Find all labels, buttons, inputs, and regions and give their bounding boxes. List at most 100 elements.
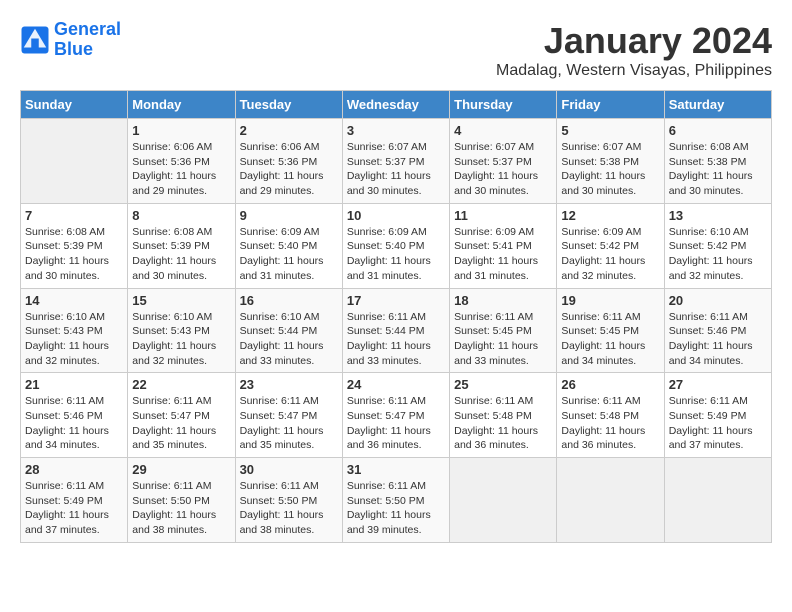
day-detail: Sunrise: 6:09 AMSunset: 5:40 PMDaylight:…: [240, 225, 338, 284]
header-cell-tuesday: Tuesday: [235, 91, 342, 119]
day-cell: 9 Sunrise: 6:09 AMSunset: 5:40 PMDaylight…: [235, 203, 342, 288]
week-row-5: 28 Sunrise: 6:11 AMSunset: 5:49 PMDayligh…: [21, 458, 772, 543]
day-number: 12: [561, 208, 659, 223]
day-detail: Sunrise: 6:11 AMSunset: 5:45 PMDaylight:…: [454, 310, 552, 369]
day-number: 2: [240, 123, 338, 138]
day-detail: Sunrise: 6:11 AMSunset: 5:45 PMDaylight:…: [561, 310, 659, 369]
logo: General Blue: [20, 20, 121, 60]
day-cell: 1Sunrise: 6:06 AMSunset: 5:36 PMDaylight…: [128, 119, 235, 204]
day-detail: Sunrise: 6:07 AMSunset: 5:38 PMDaylight:…: [561, 140, 659, 199]
day-cell: [450, 458, 557, 543]
week-row-3: 14 Sunrise: 6:10 AMSunset: 5:43 PMDayligh…: [21, 288, 772, 373]
day-number: 4: [454, 123, 552, 138]
day-detail: Sunrise: 6:10 AMSunset: 5:42 PMDaylight:…: [669, 225, 767, 284]
day-cell: 6Sunrise: 6:08 AMSunset: 5:38 PMDaylight…: [664, 119, 771, 204]
day-cell: 12 Sunrise: 6:09 AMSunset: 5:42 PMDayligh…: [557, 203, 664, 288]
day-cell: 22Sunrise: 6:11 AMSunset: 5:47 PMDayligh…: [128, 373, 235, 458]
day-detail: Sunrise: 6:08 AMSunset: 5:39 PMDaylight:…: [132, 225, 230, 284]
day-cell: 15 Sunrise: 6:10 AMSunset: 5:43 PMDayligh…: [128, 288, 235, 373]
week-row-2: 7 Sunrise: 6:08 AMSunset: 5:39 PMDaylight…: [21, 203, 772, 288]
day-cell: 16 Sunrise: 6:10 AMSunset: 5:44 PMDayligh…: [235, 288, 342, 373]
header-row: SundayMondayTuesdayWednesdayThursdayFrid…: [21, 91, 772, 119]
day-detail: Sunrise: 6:11 AMSunset: 5:49 PMDaylight:…: [25, 479, 123, 538]
day-detail: Sunrise: 6:11 AMSunset: 5:48 PMDaylight:…: [561, 394, 659, 453]
day-cell: 24Sunrise: 6:11 AMSunset: 5:47 PMDayligh…: [342, 373, 449, 458]
day-number: 16: [240, 293, 338, 308]
day-number: 8: [132, 208, 230, 223]
day-cell: 2 Sunrise: 6:06 AMSunset: 5:36 PMDaylight…: [235, 119, 342, 204]
day-number: 15: [132, 293, 230, 308]
day-number: 3: [347, 123, 445, 138]
day-cell: 3Sunrise: 6:07 AMSunset: 5:37 PMDaylight…: [342, 119, 449, 204]
day-detail: Sunrise: 6:11 AMSunset: 5:50 PMDaylight:…: [347, 479, 445, 538]
day-detail: Sunrise: 6:11 AMSunset: 5:49 PMDaylight:…: [669, 394, 767, 453]
day-number: 31: [347, 462, 445, 477]
day-detail: Sunrise: 6:11 AMSunset: 5:47 PMDaylight:…: [240, 394, 338, 453]
day-number: 20: [669, 293, 767, 308]
week-row-4: 21Sunrise: 6:11 AMSunset: 5:46 PMDayligh…: [21, 373, 772, 458]
day-detail: Sunrise: 6:10 AMSunset: 5:43 PMDaylight:…: [25, 310, 123, 369]
day-detail: Sunrise: 6:08 AMSunset: 5:39 PMDaylight:…: [25, 225, 123, 284]
header-cell-wednesday: Wednesday: [342, 91, 449, 119]
logo-icon: [20, 25, 50, 55]
day-number: 9: [240, 208, 338, 223]
day-cell: 17 Sunrise: 6:11 AMSunset: 5:44 PMDayligh…: [342, 288, 449, 373]
day-cell: 31 Sunrise: 6:11 AMSunset: 5:50 PMDayligh…: [342, 458, 449, 543]
main-title: January 2024: [496, 20, 772, 62]
day-detail: Sunrise: 6:09 AMSunset: 5:41 PMDaylight:…: [454, 225, 552, 284]
day-number: 6: [669, 123, 767, 138]
week-row-1: 1Sunrise: 6:06 AMSunset: 5:36 PMDaylight…: [21, 119, 772, 204]
logo-line2: Blue: [54, 39, 93, 59]
day-cell: 29 Sunrise: 6:11 AMSunset: 5:50 PMDayligh…: [128, 458, 235, 543]
day-detail: Sunrise: 6:11 AMSunset: 5:46 PMDaylight:…: [25, 394, 123, 453]
day-cell: 5Sunrise: 6:07 AMSunset: 5:38 PMDaylight…: [557, 119, 664, 204]
day-number: 30: [240, 462, 338, 477]
day-cell: 25 Sunrise: 6:11 AMSunset: 5:48 PMDayligh…: [450, 373, 557, 458]
day-cell: 19Sunrise: 6:11 AMSunset: 5:45 PMDayligh…: [557, 288, 664, 373]
day-cell: 18Sunrise: 6:11 AMSunset: 5:45 PMDayligh…: [450, 288, 557, 373]
title-area: January 2024 Madalag, Western Visayas, P…: [496, 20, 772, 80]
day-detail: Sunrise: 6:10 AMSunset: 5:43 PMDaylight:…: [132, 310, 230, 369]
day-cell: 11Sunrise: 6:09 AMSunset: 5:41 PMDayligh…: [450, 203, 557, 288]
day-cell: 26 Sunrise: 6:11 AMSunset: 5:48 PMDayligh…: [557, 373, 664, 458]
day-cell: 10Sunrise: 6:09 AMSunset: 5:40 PMDayligh…: [342, 203, 449, 288]
day-cell: [557, 458, 664, 543]
day-cell: 21Sunrise: 6:11 AMSunset: 5:46 PMDayligh…: [21, 373, 128, 458]
page-header: General Blue January 2024 Madalag, Weste…: [20, 20, 772, 80]
day-cell: 14 Sunrise: 6:10 AMSunset: 5:43 PMDayligh…: [21, 288, 128, 373]
day-number: 29: [132, 462, 230, 477]
day-number: 13: [669, 208, 767, 223]
calendar-table: SundayMondayTuesdayWednesdayThursdayFrid…: [20, 90, 772, 543]
day-detail: Sunrise: 6:11 AMSunset: 5:50 PMDaylight:…: [132, 479, 230, 538]
day-cell: 27 Sunrise: 6:11 AMSunset: 5:49 PMDayligh…: [664, 373, 771, 458]
day-number: 27: [669, 377, 767, 392]
day-cell: 4Sunrise: 6:07 AMSunset: 5:37 PMDaylight…: [450, 119, 557, 204]
day-cell: 8 Sunrise: 6:08 AMSunset: 5:39 PMDaylight…: [128, 203, 235, 288]
header-cell-thursday: Thursday: [450, 91, 557, 119]
day-number: 14: [25, 293, 123, 308]
header-cell-monday: Monday: [128, 91, 235, 119]
day-detail: Sunrise: 6:06 AMSunset: 5:36 PMDaylight:…: [240, 140, 338, 199]
day-detail: Sunrise: 6:10 AMSunset: 5:44 PMDaylight:…: [240, 310, 338, 369]
day-detail: Sunrise: 6:11 AMSunset: 5:47 PMDaylight:…: [132, 394, 230, 453]
day-detail: Sunrise: 6:11 AMSunset: 5:46 PMDaylight:…: [669, 310, 767, 369]
logo-line1: General: [54, 19, 121, 39]
day-cell: 13 Sunrise: 6:10 AMSunset: 5:42 PMDayligh…: [664, 203, 771, 288]
day-detail: Sunrise: 6:06 AMSunset: 5:36 PMDaylight:…: [132, 140, 230, 199]
day-number: 17: [347, 293, 445, 308]
day-number: 25: [454, 377, 552, 392]
day-detail: Sunrise: 6:11 AMSunset: 5:47 PMDaylight:…: [347, 394, 445, 453]
day-number: 23: [240, 377, 338, 392]
day-detail: Sunrise: 6:11 AMSunset: 5:44 PMDaylight:…: [347, 310, 445, 369]
day-cell: 20 Sunrise: 6:11 AMSunset: 5:46 PMDayligh…: [664, 288, 771, 373]
day-detail: Sunrise: 6:09 AMSunset: 5:42 PMDaylight:…: [561, 225, 659, 284]
day-detail: Sunrise: 6:11 AMSunset: 5:50 PMDaylight:…: [240, 479, 338, 538]
header-cell-saturday: Saturday: [664, 91, 771, 119]
day-number: 28: [25, 462, 123, 477]
day-cell: 7 Sunrise: 6:08 AMSunset: 5:39 PMDaylight…: [21, 203, 128, 288]
day-cell: 28 Sunrise: 6:11 AMSunset: 5:49 PMDayligh…: [21, 458, 128, 543]
day-number: 26: [561, 377, 659, 392]
day-detail: Sunrise: 6:11 AMSunset: 5:48 PMDaylight:…: [454, 394, 552, 453]
day-number: 7: [25, 208, 123, 223]
header-cell-sunday: Sunday: [21, 91, 128, 119]
